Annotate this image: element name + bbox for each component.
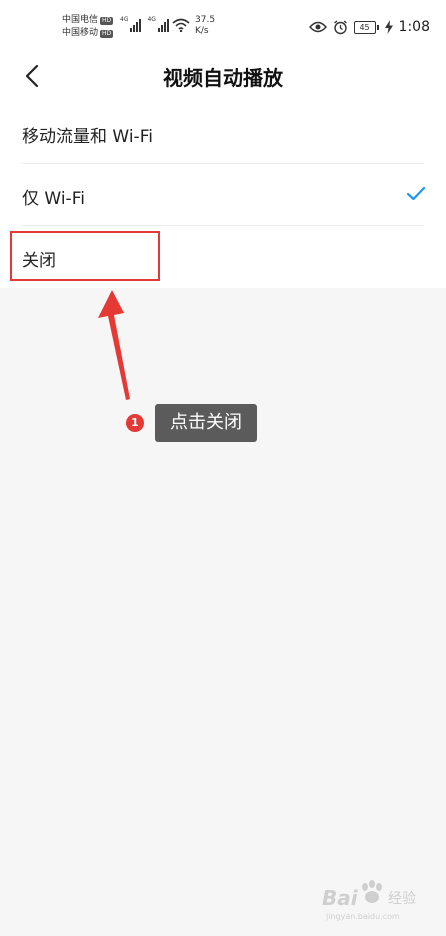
watermark-url: jingyan.baidu.com	[326, 912, 400, 921]
highlight-box	[10, 231, 160, 281]
app-header: 视频自动播放	[0, 52, 446, 102]
carrier-info: 中国电信 HD 中国移动 HD	[62, 14, 114, 40]
eye-icon	[308, 21, 327, 33]
option-label: 仅 Wi-Fi	[22, 189, 85, 209]
paw-icon	[362, 880, 382, 903]
wifi-icon	[172, 18, 190, 32]
battery-icon: 45	[353, 20, 379, 34]
signal-indicators: 4G 4G	[120, 16, 169, 32]
status-right: 45 1:08	[308, 19, 430, 35]
instruction-callout: 点击关闭	[155, 404, 257, 442]
status-bar: 中国电信 HD 中国移动 HD 4G 4G 37.5 K/s 45 1:08	[0, 0, 446, 52]
hd-badge-1: HD	[100, 16, 114, 25]
watermark-text: Bai	[322, 886, 358, 910]
option-label: 移动流量和 Wi-Fi	[22, 127, 153, 147]
alarm-icon	[333, 19, 347, 34]
network-gen-label: 4G	[120, 16, 129, 23]
watermark-text-cn: 经验	[388, 891, 416, 907]
network-speed: 37.5 K/s	[195, 15, 215, 37]
option-mobile-and-wifi[interactable]: 移动流量和 Wi-Fi	[0, 102, 446, 164]
signal-strength-icon: 4G	[120, 16, 142, 32]
baidu-watermark: Bai 经验 jingyan.baidu.com	[322, 878, 432, 928]
carrier-name-1: 中国电信	[62, 15, 99, 25]
network-speed-value: 37.5	[195, 15, 216, 25]
clock-time: 1:08	[398, 19, 430, 35]
page-title: 视频自动播放	[163, 66, 283, 90]
hd-badge-2: HD	[100, 29, 114, 38]
charging-icon	[384, 20, 393, 34]
option-wifi-only[interactable]: 仅 Wi-Fi	[0, 164, 446, 226]
network-gen-label: 4G	[147, 16, 156, 23]
network-speed-unit: K/s	[195, 26, 209, 36]
battery-level: 45	[353, 20, 376, 34]
signal-strength-icon: 4G	[147, 16, 169, 32]
step-number-badge: 1	[126, 414, 144, 432]
check-icon	[406, 186, 426, 201]
carrier-name-2: 中国移动	[62, 28, 99, 38]
